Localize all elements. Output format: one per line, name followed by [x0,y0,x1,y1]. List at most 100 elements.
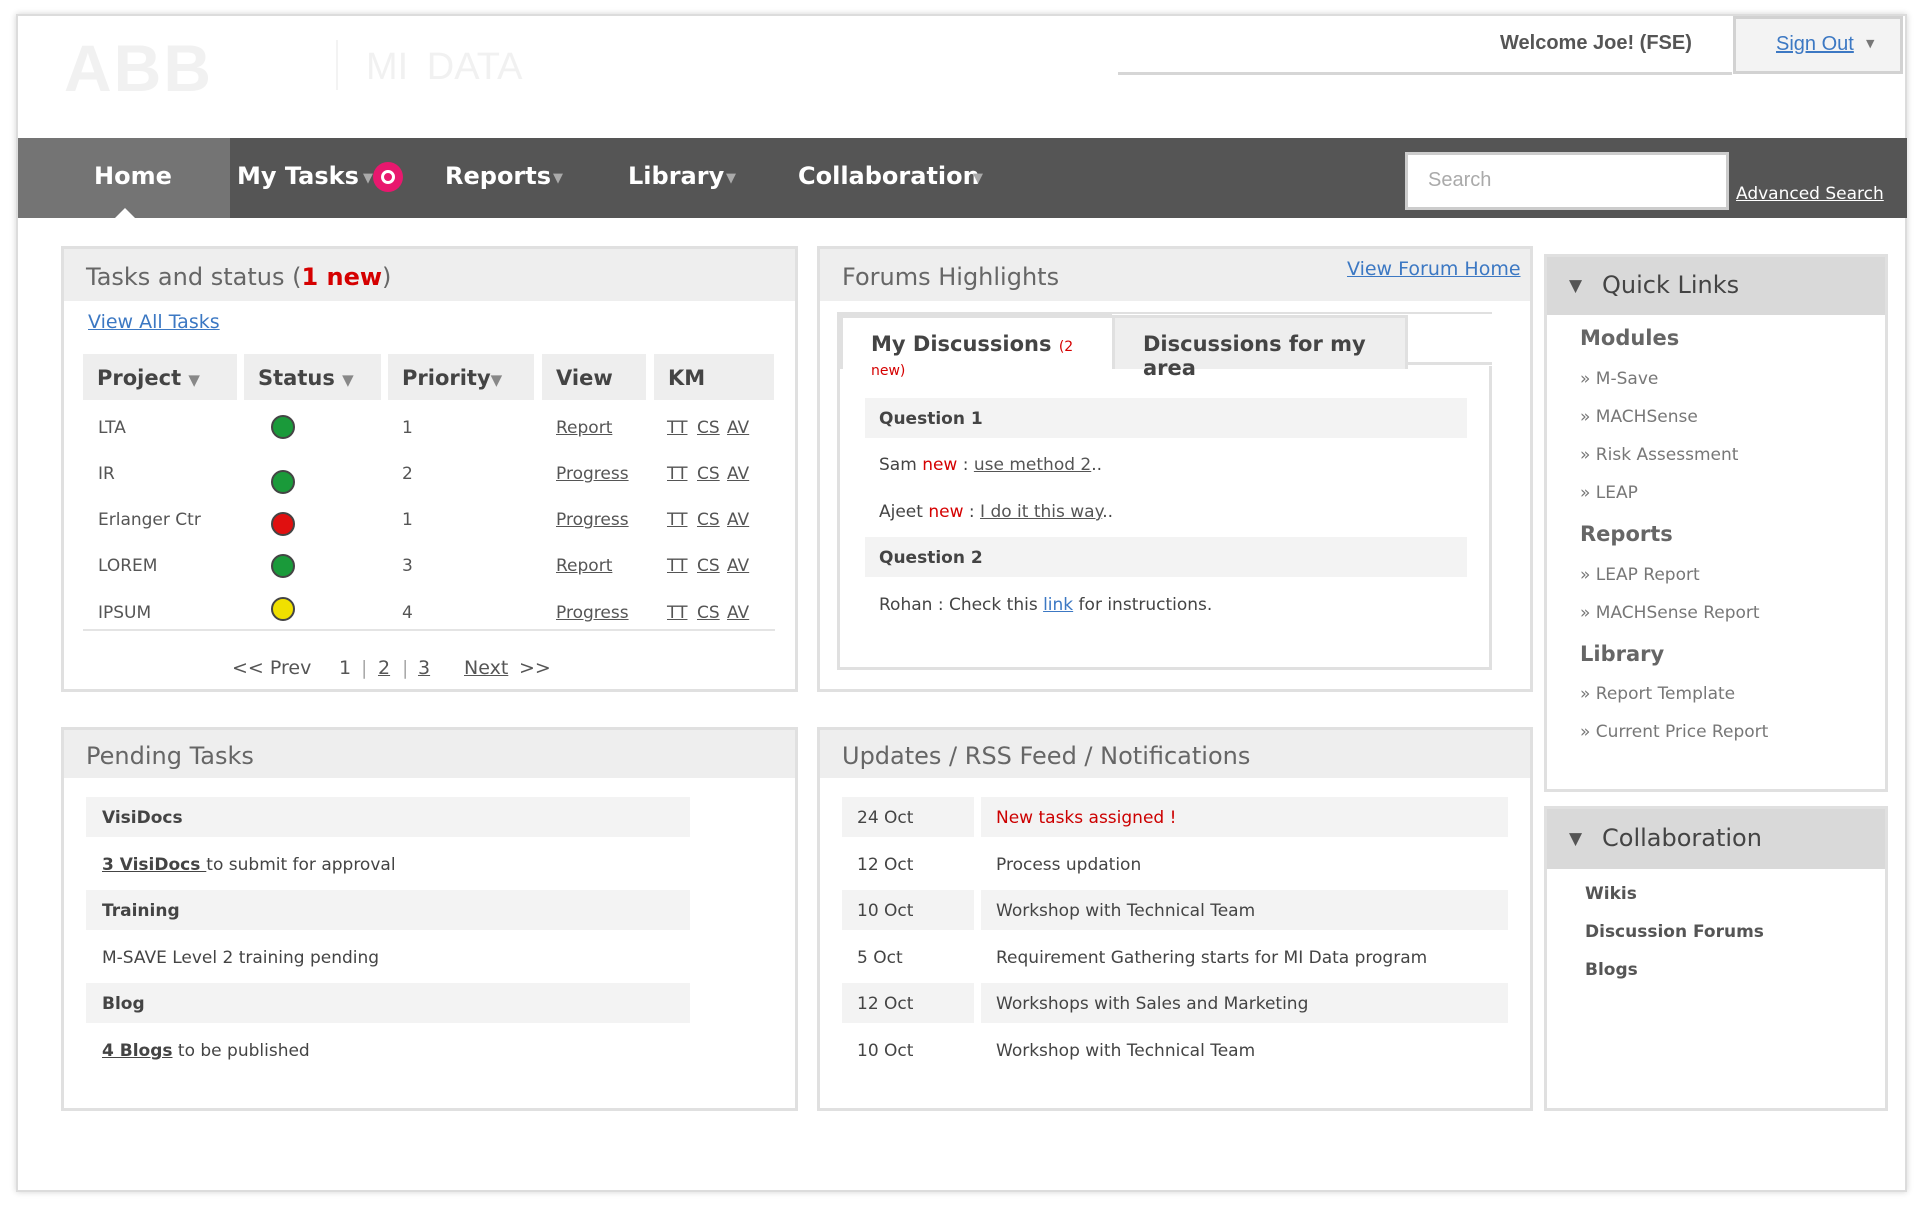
task-view-link[interactable]: Progress [556,603,629,623]
km-cs-link[interactable]: CS [697,603,720,623]
nav-reports[interactable]: Reports [445,162,551,190]
view-forum-home-link[interactable]: View Forum Home [1347,258,1521,280]
search-input[interactable]: Search [1405,152,1729,210]
update-date: 10 Oct [857,901,914,921]
collapse-triangle-icon[interactable]: ▼ [1569,276,1582,296]
chevron-down-icon[interactable]: ▼ [363,171,373,186]
active-pointer-icon [114,208,136,219]
instructions-link[interactable]: link [1043,595,1073,615]
pager-next-arrow[interactable]: >> [519,657,551,679]
pending-blog: 4 Blogs to be published [102,1041,310,1061]
ql-item[interactable]: » Risk Assessment [1580,445,1738,465]
sort-icon[interactable]: ▼ [491,371,503,389]
col-priority[interactable]: Priority▼ [388,354,534,400]
pager-sep: | [361,657,368,679]
km-av-link[interactable]: AV [727,510,749,530]
update-text[interactable]: New tasks assigned ! [996,808,1176,828]
chevron-down-icon[interactable]: ▼ [726,171,736,186]
task-view-link[interactable]: Progress [556,510,629,530]
tasks-title: Tasks and status (1 new) [86,263,392,291]
nav-library[interactable]: Library [628,162,724,190]
km-av-link[interactable]: AV [727,603,749,623]
ql-item[interactable]: » Report Template [1580,684,1735,704]
km-cs-link[interactable]: CS [697,510,720,530]
km-cs-link[interactable]: CS [697,464,720,484]
km-av-link[interactable]: AV [727,556,749,576]
km-cs-link[interactable]: CS [697,418,720,438]
km-tt-link[interactable]: TT [667,556,687,576]
km-tt-link[interactable]: TT [667,603,687,623]
task-view-link[interactable]: Report [556,418,612,438]
ql-item[interactable]: » MACHSense Report [1580,603,1760,623]
chevron-down-icon[interactable]: ▼ [1866,37,1874,50]
km-tt-link[interactable]: TT [667,418,687,438]
chevron-down-icon[interactable]: ▼ [973,171,983,186]
collab-forums[interactable]: Discussion Forums [1585,922,1764,942]
update-date: 10 Oct [857,1041,914,1061]
view-all-tasks-link[interactable]: View All Tasks [88,311,220,333]
pager-page-2[interactable]: 2 [378,657,390,679]
collaboration-panel: ▼ Collaboration [1544,806,1888,1111]
pager-page-3[interactable]: 3 [418,657,430,679]
answer-link[interactable]: use method 2 [974,455,1091,475]
update-text[interactable]: Workshop with Technical Team [996,901,1255,921]
nav-my-tasks[interactable]: My Tasks [237,162,359,190]
collab-blogs[interactable]: Blogs [1585,960,1638,980]
sort-icon[interactable]: ▼ [342,371,354,389]
app-name: MI DATA [366,46,523,88]
ql-item[interactable]: » Current Price Report [1580,722,1768,742]
tab-discussions-area[interactable]: Discussions for my area [1112,315,1408,380]
task-view-link[interactable]: Progress [556,464,629,484]
col-km: KM [654,354,774,400]
status-dot-icon [271,512,295,536]
task-view-link[interactable]: Report [556,556,612,576]
km-cs-link[interactable]: CS [697,556,720,576]
status-dot-icon [271,415,295,439]
logo-divider [336,40,338,90]
km-av-link[interactable]: AV [727,464,749,484]
collaboration-header[interactable]: ▼ Collaboration [1547,809,1885,869]
sort-icon[interactable]: ▼ [188,371,200,389]
task-project: Erlanger Ctr [98,510,201,530]
pending-head-visidocs: VisiDocs [102,808,183,828]
pager-next[interactable]: Next [464,657,508,679]
km-av-link[interactable]: AV [727,418,749,438]
answer-link[interactable]: I do it this way [980,502,1102,522]
pager-prev[interactable]: << Prev [232,657,311,679]
pending-panel-header: Pending Tasks [64,730,795,778]
chevron-down-icon[interactable]: ▼ [553,171,563,186]
updates-panel-header: Updates / RSS Feed / Notifications [820,730,1530,778]
task-project: IPSUM [98,603,152,623]
ql-item[interactable]: » LEAP Report [1580,565,1700,585]
pager-current: 1 [339,657,352,679]
tab-my-discussions[interactable]: My Discussions (2 new) [840,315,1112,379]
blogs-link[interactable]: 4 Blogs [102,1041,173,1061]
col-status[interactable]: Status ▼ [244,354,381,400]
update-date: 5 Oct [857,948,903,968]
update-text[interactable]: Requirement Gathering starts for MI Data… [996,948,1427,968]
status-dot-icon [271,554,295,578]
sign-out-link[interactable]: Sign Out [1776,33,1854,56]
update-text[interactable]: Workshop with Technical Team [996,1041,1255,1061]
pager-sep: | [402,657,409,679]
ql-item[interactable]: » M-Save [1580,369,1658,389]
visidocs-link[interactable]: 3 VisiDocs [102,855,206,875]
abb-logo: ABB [64,31,213,105]
notification-badge-icon[interactable] [373,162,403,192]
quick-links-header[interactable]: ▼ Quick Links [1547,257,1885,315]
collab-wikis[interactable]: Wikis [1585,884,1637,904]
nav-home[interactable]: Home [94,162,172,190]
advanced-search-link[interactable]: Advanced Search [1736,184,1884,204]
ql-item[interactable]: » LEAP [1580,483,1638,503]
col-project[interactable]: Project ▼ [83,354,237,400]
km-tt-link[interactable]: TT [667,510,687,530]
ql-item[interactable]: » MACHSense [1580,407,1698,427]
update-text[interactable]: Process updation [996,855,1141,875]
update-text[interactable]: Workshops with Sales and Marketing [996,994,1308,1014]
status-dot-icon [271,470,295,494]
km-tt-link[interactable]: TT [667,464,687,484]
collapse-triangle-icon[interactable]: ▼ [1569,829,1582,849]
nav-collaboration[interactable]: Collaboration [798,162,980,190]
pending-training: M-SAVE Level 2 training pending [102,948,380,968]
header-divider [1118,72,1732,75]
